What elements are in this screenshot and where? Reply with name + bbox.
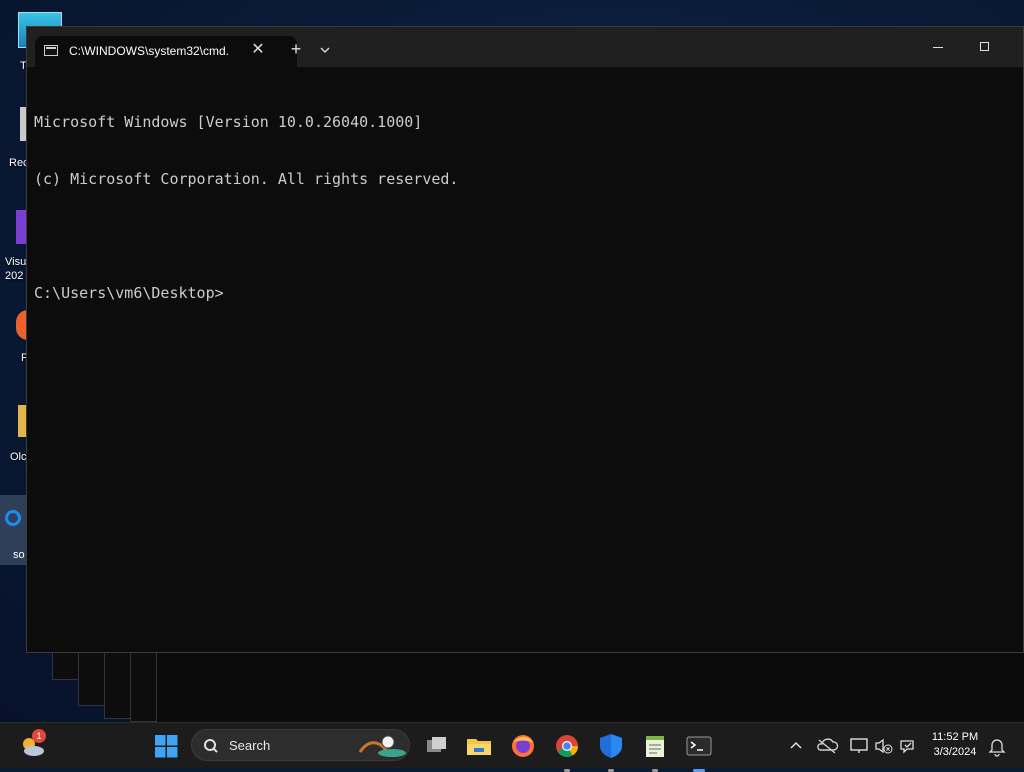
search-highlight-icon: [358, 735, 406, 757]
new-tab-button[interactable]: +: [285, 39, 307, 59]
chevron-down-icon: [320, 47, 330, 53]
terminal-icon: [686, 736, 712, 756]
chrome-icon: [556, 735, 578, 757]
notifications-button[interactable]: [982, 731, 1012, 761]
close-button[interactable]: [1007, 27, 1024, 67]
folder-icon: [18, 405, 26, 437]
tab-title: C:\WINDOWS\system32\cmd.: [69, 44, 230, 58]
minimize-button[interactable]: [915, 27, 961, 67]
app-shortcut-icon: [5, 510, 21, 526]
task-view-icon: [427, 737, 446, 752]
onedrive-button[interactable]: [812, 731, 842, 761]
wifi-button[interactable]: [893, 731, 923, 761]
notification-badge: 1: [32, 729, 46, 743]
background-window-edge: [156, 653, 1024, 723]
task-view-button[interactable]: [421, 731, 451, 761]
clock-time: 11:52 PM: [931, 731, 979, 743]
console-output[interactable]: Microsoft Windows [Version 10.0.26040.10…: [34, 75, 1013, 642]
start-button[interactable]: [151, 731, 181, 761]
file-explorer-button[interactable]: [464, 731, 494, 761]
file-explorer-icon: [467, 739, 491, 755]
search-icon: [204, 739, 218, 753]
weather-widget[interactable]: 1: [18, 729, 48, 761]
taskbar: 1 Search 11:52 PM 3/3/2024: [0, 722, 1024, 772]
defender-icon: [600, 734, 622, 758]
firefox-icon: [512, 735, 534, 757]
maximize-button[interactable]: [961, 27, 1007, 67]
defender-button[interactable]: [596, 731, 626, 772]
console-line: (c) Microsoft Corporation. All rights re…: [34, 170, 459, 188]
desktop-icon-label: Olc: [10, 451, 27, 463]
cmd-icon: [44, 45, 58, 56]
bell-icon: [988, 739, 1006, 757]
tab-dropdown-button[interactable]: [315, 40, 335, 60]
start-icon: [155, 735, 178, 758]
console-prompt: C:\Users\vm6\Desktop>: [34, 284, 224, 302]
notepad-icon: [646, 736, 664, 757]
terminal-button[interactable]: [684, 731, 714, 772]
desktop-icon-label-2: 202: [5, 270, 24, 282]
tab-close-button[interactable]: ✕: [247, 40, 269, 60]
desktop-icon-label: so: [13, 549, 25, 561]
chevron-up-icon: [790, 741, 802, 749]
chrome-button[interactable]: [552, 731, 582, 772]
wifi-icon: [900, 740, 914, 754]
search-placeholder: Search: [229, 738, 271, 753]
clock-date: 3/3/2024: [933, 746, 977, 758]
console-line: Microsoft Windows [Version 10.0.26040.10…: [34, 113, 423, 131]
notepad-button[interactable]: [640, 731, 670, 772]
terminal-window[interactable]: C:\WINDOWS\system32\cmd. ✕ + Microsoft W…: [26, 26, 1024, 653]
show-hidden-icons-button[interactable]: [781, 731, 811, 761]
search-input[interactable]: Search: [191, 729, 410, 761]
firefox-button[interactable]: [508, 731, 538, 761]
title-bar[interactable]: C:\WINDOWS\system32\cmd. ✕ +: [27, 27, 1023, 67]
onedrive-icon: [817, 738, 839, 754]
desktop-icon-label: Visu: [5, 256, 27, 268]
desktop-icon-selected[interactable]: so: [0, 495, 29, 565]
clock[interactable]: 11:52 PM 3/3/2024: [922, 730, 988, 760]
tab-cmd[interactable]: C:\WINDOWS\system32\cmd. ✕: [35, 36, 297, 67]
